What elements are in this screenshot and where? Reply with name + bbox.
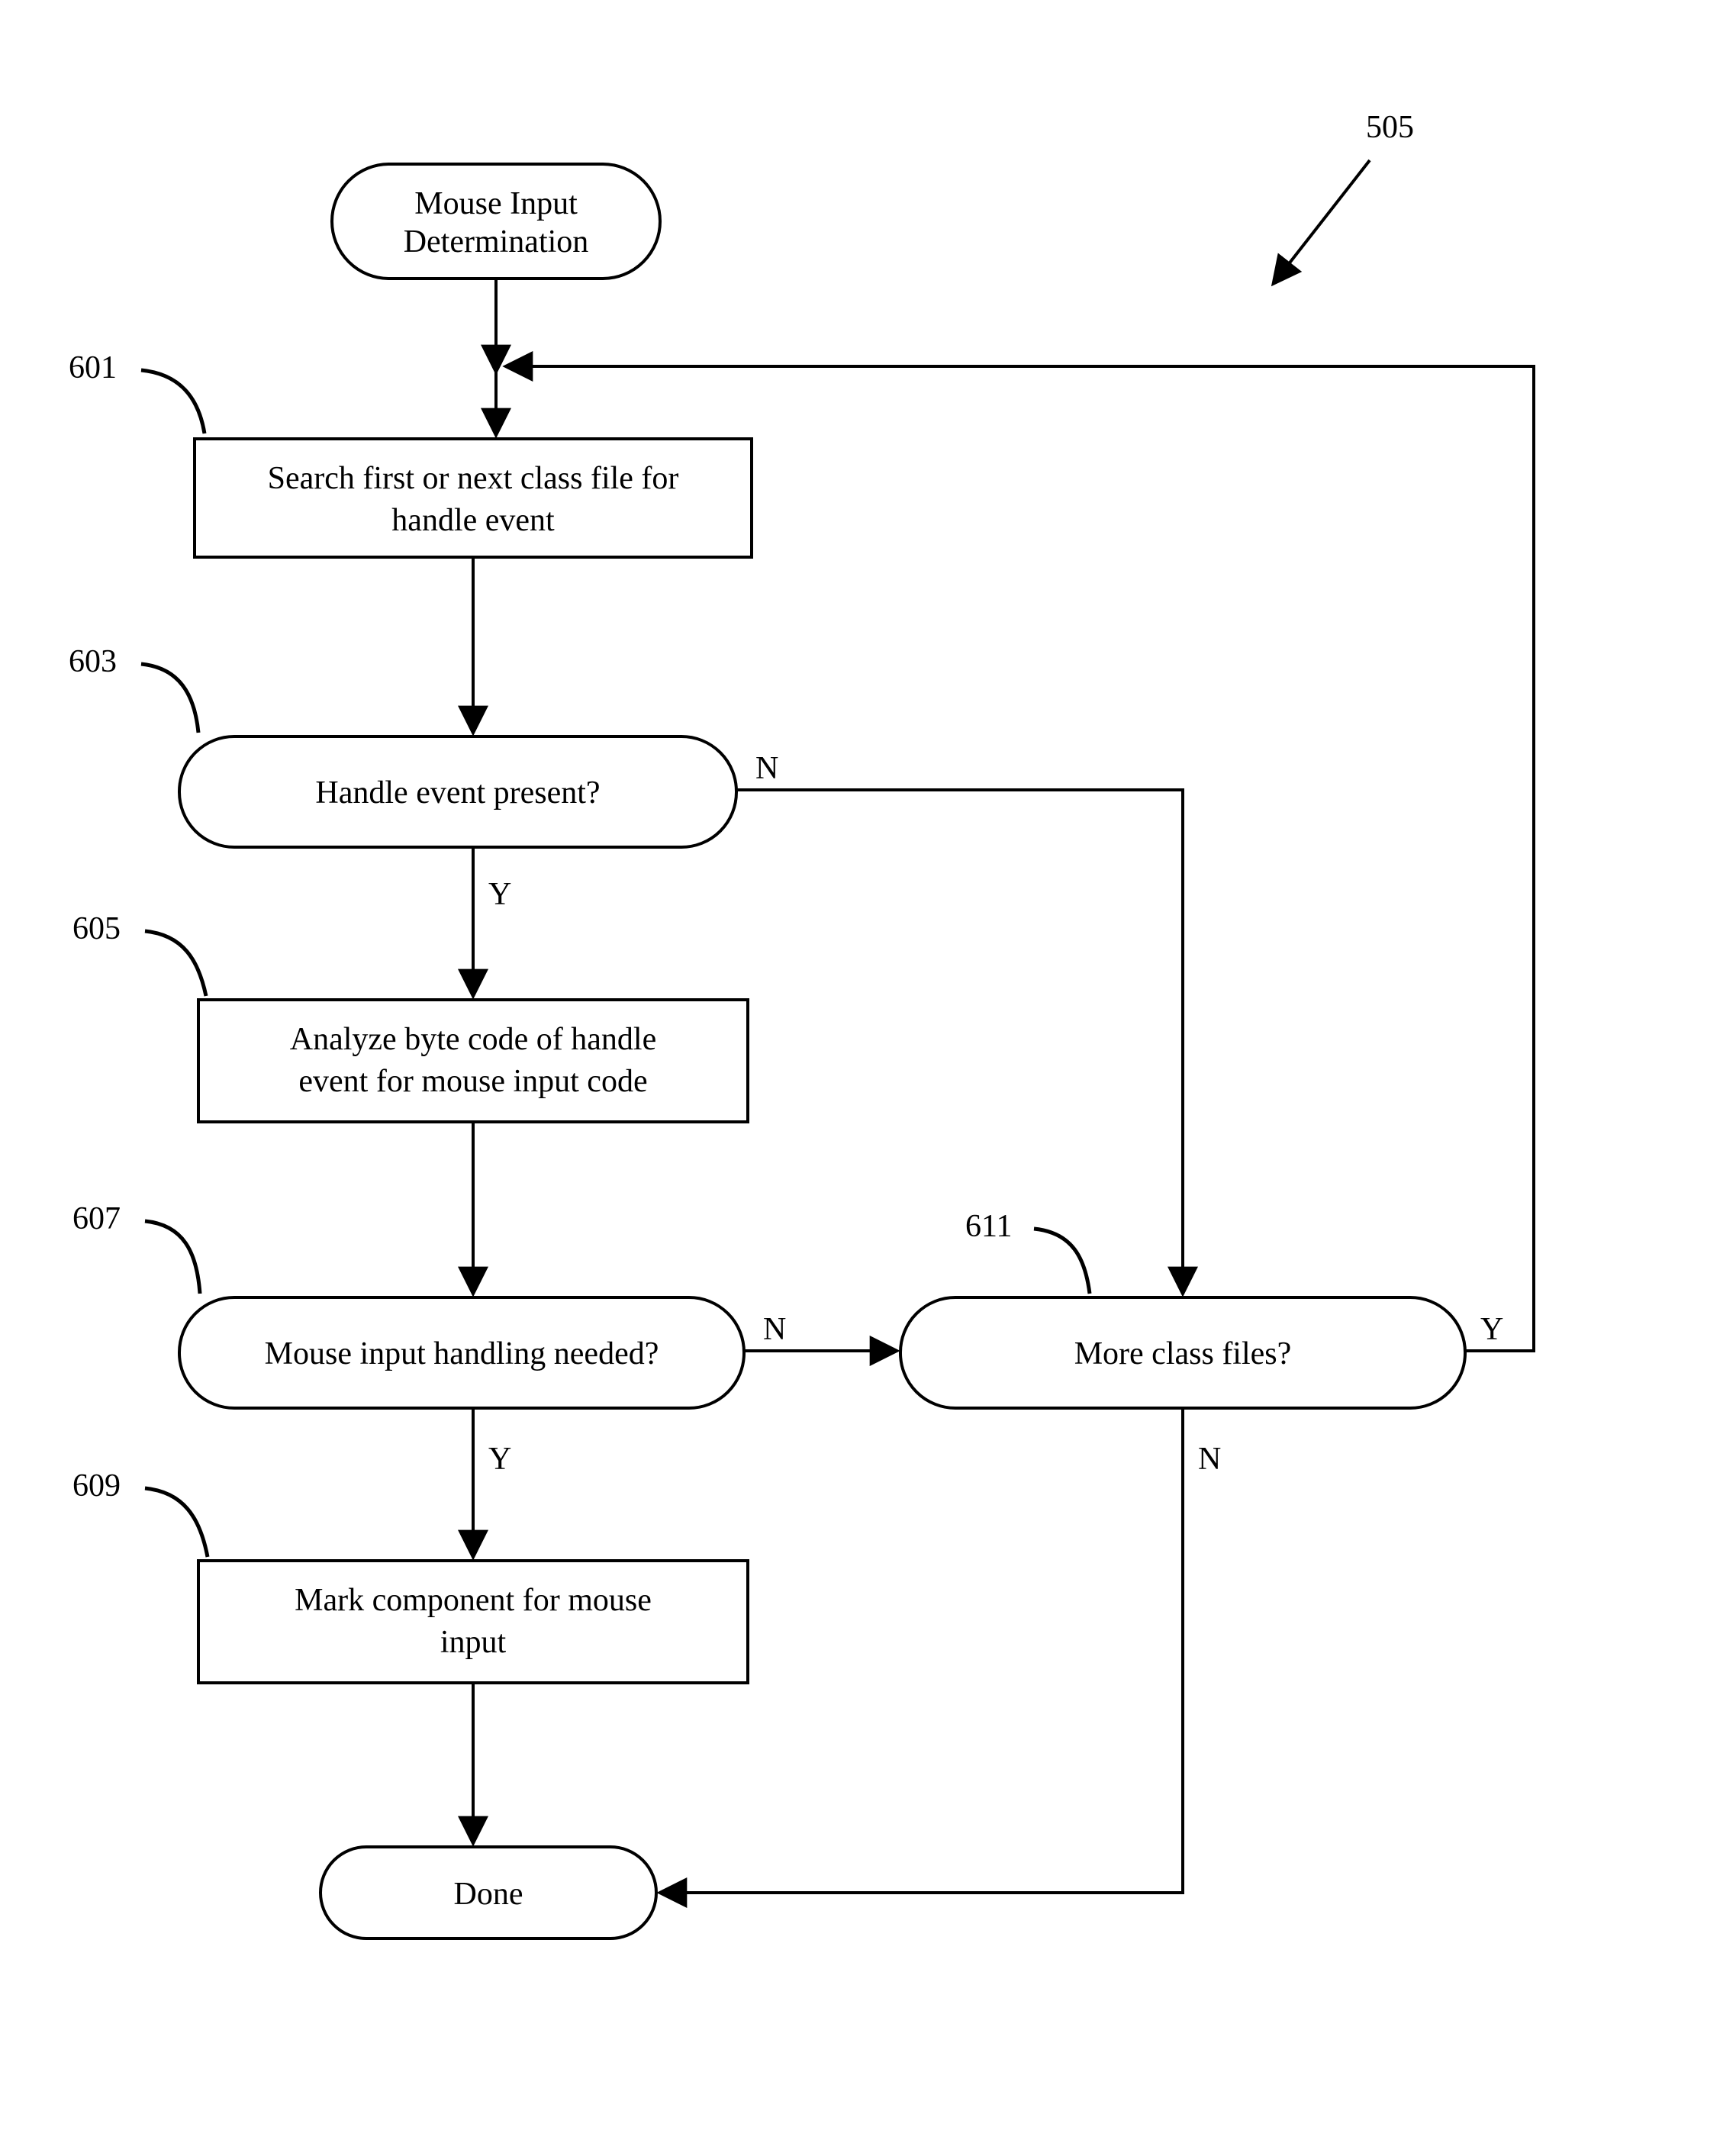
ref-505: 505 — [1274, 110, 1414, 282]
node-605-l1: Analyze byte code of handle — [290, 1022, 656, 1057]
ref-607: 607 — [72, 1201, 200, 1294]
node-607: Mouse input handling needed? — [179, 1297, 744, 1408]
yn-607-y: Y — [488, 1442, 511, 1477]
ref-505-text: 505 — [1366, 110, 1414, 145]
ref-605-text: 605 — [72, 911, 121, 946]
node-601-l1: Search first or next class file for — [268, 461, 679, 496]
node-609-l2: input — [440, 1625, 507, 1660]
node-605: Analyze byte code of handle event for mo… — [198, 1000, 748, 1122]
node-603-text: Handle event present? — [315, 775, 600, 811]
node-605-l2: event for mouse input code — [298, 1064, 647, 1099]
node-601-l2: handle event — [391, 503, 555, 538]
yn-603-y: Y — [488, 877, 511, 912]
node-done: Done — [320, 1847, 656, 1938]
ref-601-text: 601 — [69, 350, 117, 385]
node-done-text: Done — [454, 1877, 523, 1912]
node-start-l1: Mouse Input — [414, 186, 578, 221]
yn-607-n: N — [763, 1312, 786, 1347]
ref-609: 609 — [72, 1468, 208, 1557]
ref-607-text: 607 — [72, 1201, 121, 1236]
flowchart-diagram: Mouse Input Determination Search first o… — [0, 0, 1736, 2156]
ref-611: 611 — [965, 1209, 1090, 1294]
node-start: Mouse Input Determination — [332, 164, 660, 279]
node-start-l2: Determination — [404, 224, 589, 259]
ref-601: 601 — [69, 350, 205, 433]
node-601: Search first or next class file for hand… — [195, 439, 752, 557]
ref-609-text: 609 — [72, 1468, 121, 1503]
node-603: Handle event present? — [179, 736, 736, 847]
node-609: Mark component for mouse input — [198, 1561, 748, 1683]
edge-603-no — [736, 790, 1183, 1292]
yn-603-n: N — [755, 751, 778, 786]
node-607-text: Mouse input handling needed? — [265, 1336, 659, 1371]
ref-605: 605 — [72, 911, 206, 996]
yn-611-y: Y — [1480, 1312, 1503, 1347]
node-611: More class files? — [900, 1297, 1465, 1408]
ref-603: 603 — [69, 644, 198, 733]
ref-603-text: 603 — [69, 644, 117, 679]
node-611-text: More class files? — [1074, 1336, 1292, 1371]
yn-611-n: N — [1198, 1442, 1221, 1477]
node-609-l1: Mark component for mouse — [295, 1583, 652, 1618]
ref-611-text: 611 — [965, 1209, 1012, 1244]
